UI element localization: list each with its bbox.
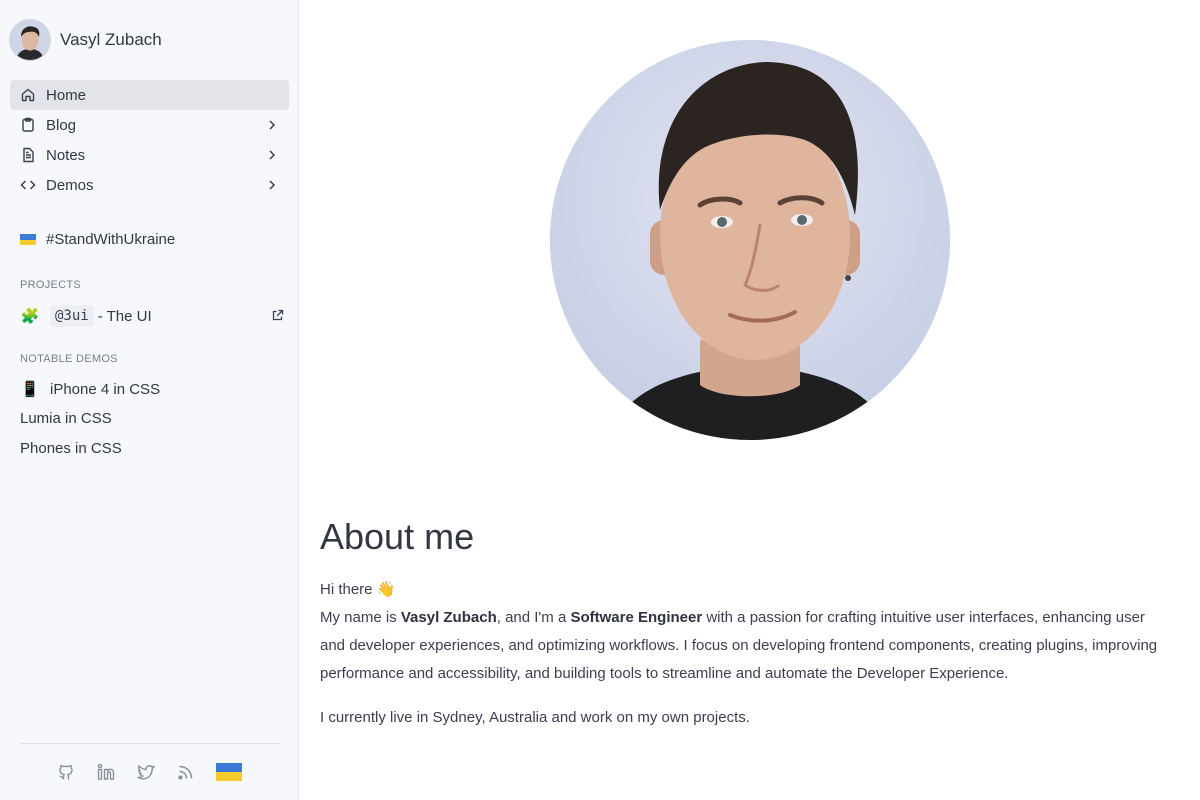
document-icon (20, 147, 36, 163)
nav-item-demos[interactable]: Demos (10, 170, 289, 200)
github-icon[interactable] (56, 762, 76, 782)
nav-label-home: Home (46, 86, 87, 104)
demo-label: Lumia in CSS (20, 410, 112, 427)
ukraine-flag-icon (20, 234, 36, 245)
projects-heading: PROJECTS (20, 279, 82, 291)
main-nav: Home Blog Notes Demos (10, 80, 289, 200)
chevron-right-icon (265, 178, 279, 192)
bio-name: Vasyl Zubach (400, 609, 497, 626)
clipboard-icon (20, 117, 36, 133)
social-links (56, 762, 242, 782)
sidebar: Vasyl Zubach Home Blog Notes Demos #Stan… (0, 0, 299, 800)
linkedin-icon[interactable] (96, 762, 116, 782)
phone-icon: 📱 (20, 381, 40, 398)
page-title: About me (320, 516, 475, 557)
demo-link-phones[interactable]: Phones in CSS (20, 440, 122, 457)
nav-label-demos: Demos (46, 176, 94, 194)
nav-item-blog[interactable]: Blog (10, 110, 289, 140)
chevron-right-icon (265, 118, 279, 132)
nav-label-notes: Notes (46, 146, 86, 164)
nav-label-blog: Blog (46, 116, 77, 134)
bio-paragraph: My name is Vasyl Zubach, and I'm a Softw… (320, 604, 1170, 688)
demo-label: Phones in CSS (20, 440, 122, 457)
ukraine-flag-icon[interactable] (216, 763, 242, 781)
main-content: About me Hi there 👋 My name is Vasyl Zub… (300, 0, 1200, 800)
bio-role: Software Engineer (570, 609, 703, 626)
stand-with-ukraine-label: #StandWithUkraine (46, 231, 176, 248)
profile-name: Vasyl Zubach (60, 30, 162, 49)
chevron-right-icon (265, 148, 279, 162)
bio-text: My name is (320, 609, 401, 626)
home-icon (20, 87, 36, 103)
demo-link-iphone4[interactable]: 📱 iPhone 4 in CSS (20, 380, 161, 399)
bio-text: , and I'm a (496, 609, 571, 626)
notable-demos-heading: NOTABLE DEMOS (20, 353, 118, 365)
external-link-icon (271, 309, 284, 322)
profile-link[interactable]: Vasyl Zubach (10, 20, 162, 60)
avatar (10, 20, 50, 60)
greeting-text: Hi there 👋 (320, 581, 396, 598)
nav-item-notes[interactable]: Notes (10, 140, 289, 170)
project-link-3ui[interactable]: 🧩 @3ui - The UI (20, 302, 288, 330)
project-text: - The UI (97, 307, 152, 325)
location-paragraph: I currently live in Sydney, Australia an… (320, 709, 750, 726)
twitter-icon[interactable] (136, 762, 156, 782)
demo-link-lumia[interactable]: Lumia in CSS (20, 410, 112, 427)
nav-item-home[interactable]: Home (10, 80, 289, 110)
profile-photo (550, 40, 950, 440)
demo-label: iPhone 4 in CSS (50, 380, 161, 398)
sidebar-divider (20, 743, 280, 744)
code-icon (20, 177, 36, 193)
project-code: @3ui (50, 305, 94, 327)
puzzle-icon: 🧩 (20, 308, 40, 325)
stand-with-ukraine-link[interactable]: #StandWithUkraine (20, 231, 175, 248)
rss-icon[interactable] (176, 762, 196, 782)
